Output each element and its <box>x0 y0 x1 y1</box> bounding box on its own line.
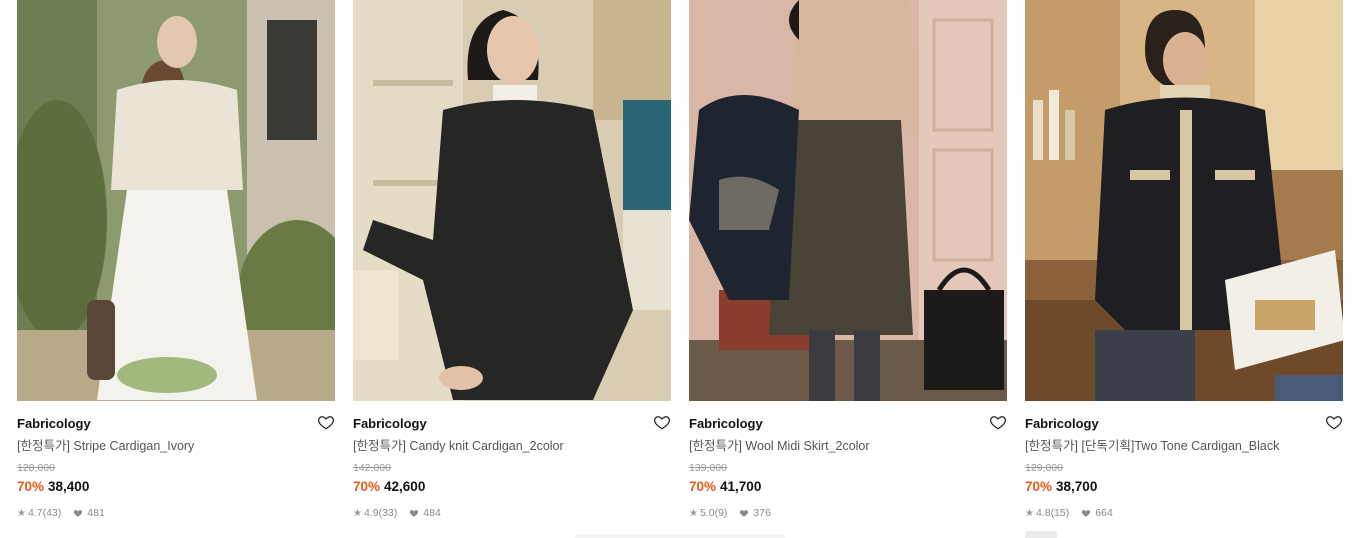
like-count: 484 <box>423 507 441 519</box>
review-count: (15) <box>1050 507 1070 519</box>
like-count: 376 <box>753 507 771 519</box>
product-title[interactable]: [한정특가] [단독기획]Two Tone Cardigan_Black <box>1025 438 1343 454</box>
review-count: (9) <box>714 507 728 519</box>
partial-badge <box>1025 531 1057 538</box>
product-stats: ★ 4.7 (43) 481 <box>17 506 335 520</box>
like-count: 481 <box>87 507 105 519</box>
sale-price: 42,600 <box>384 479 426 494</box>
product-stats: ★ 4.9 (33) 484 <box>353 506 671 520</box>
product-card[interactable]: Fabricology [한정특가] Wool Midi Skirt_2colo… <box>689 0 1007 520</box>
original-price: 128,000 <box>17 462 55 474</box>
product-image[interactable] <box>353 0 671 401</box>
price-row: 70% 38,700 <box>1025 478 1343 495</box>
product-card[interactable]: Fabricology [한정특가] [단독기획]Two Tone Cardig… <box>1025 0 1343 520</box>
like-count: 664 <box>1095 507 1113 519</box>
review-count: (43) <box>42 507 62 519</box>
product-stats: ★ 5.0 (9) 376 <box>689 506 1007 520</box>
rating-value: 4.9 <box>363 507 379 519</box>
rating-value: 5.0 <box>699 507 715 519</box>
rating-value: 4.7 <box>27 507 43 519</box>
product-image[interactable] <box>17 0 335 401</box>
product-title[interactable]: [한정특가] Wool Midi Skirt_2color <box>689 438 1007 454</box>
scroll-hint-bar <box>575 534 785 538</box>
original-price: 142,000 <box>353 462 391 474</box>
price-row: 70% 38,400 <box>17 478 335 495</box>
brand-name[interactable]: Fabricology <box>17 415 335 432</box>
sale-price: 38,400 <box>48 479 90 494</box>
wishlist-heart-icon[interactable] <box>653 413 671 431</box>
star-icon: ★ <box>689 507 698 519</box>
product-stats: ★ 4.8 (15) 664 <box>1025 506 1343 520</box>
discount-rate: 70% <box>17 479 45 494</box>
brand-name[interactable]: Fabricology <box>1025 415 1343 432</box>
product-image[interactable] <box>1025 0 1343 401</box>
heart-filled-icon <box>1081 508 1091 518</box>
price-row: 70% 42,600 <box>353 478 671 495</box>
brand-name[interactable]: Fabricology <box>353 415 671 432</box>
original-price: 129,000 <box>1025 462 1063 474</box>
star-icon: ★ <box>353 507 362 519</box>
review-count: (33) <box>378 507 398 519</box>
sale-price: 38,700 <box>1056 479 1098 494</box>
product-grid: Fabricology [한정특가] Stripe Cardigan_Ivory… <box>17 0 1343 520</box>
star-icon: ★ <box>1025 507 1034 519</box>
wishlist-heart-icon[interactable] <box>317 413 335 431</box>
product-card[interactable]: Fabricology [한정특가] Stripe Cardigan_Ivory… <box>17 0 335 520</box>
sale-price: 41,700 <box>720 479 762 494</box>
price-row: 70% 41,700 <box>689 478 1007 495</box>
product-title[interactable]: [한정특가] Candy knit Cardigan_2color <box>353 438 671 454</box>
product-card[interactable]: Fabricology [한정특가] Candy knit Cardigan_2… <box>353 0 671 520</box>
heart-filled-icon <box>739 508 749 518</box>
product-image[interactable] <box>689 0 1007 401</box>
brand-name[interactable]: Fabricology <box>689 415 1007 432</box>
heart-filled-icon <box>73 508 83 518</box>
discount-rate: 70% <box>353 479 381 494</box>
heart-filled-icon <box>409 508 419 518</box>
wishlist-heart-icon[interactable] <box>989 413 1007 431</box>
product-title[interactable]: [한정특가] Stripe Cardigan_Ivory <box>17 438 335 454</box>
wishlist-heart-icon[interactable] <box>1325 413 1343 431</box>
discount-rate: 70% <box>1025 479 1053 494</box>
original-price: 139,000 <box>689 462 727 474</box>
star-icon: ★ <box>17 507 26 519</box>
discount-rate: 70% <box>689 479 717 494</box>
rating-value: 4.8 <box>1035 507 1051 519</box>
